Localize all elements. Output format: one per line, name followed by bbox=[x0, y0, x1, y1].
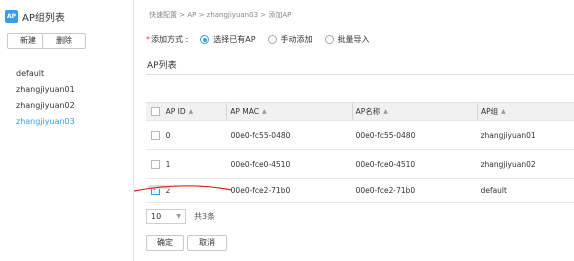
radio-manual-add[interactable]: 手动添加 bbox=[267, 34, 313, 45]
select-all-checkbox[interactable] bbox=[151, 107, 161, 116]
sort-icon: ▲ bbox=[188, 108, 194, 115]
main-panel: 快速配置 > AP > zhangjiyuan03 > 添加AP * 添加方式 … bbox=[134, 0, 574, 261]
horizontal-scrollbar[interactable] bbox=[148, 185, 170, 189]
cell-ap-group: zhangjiyuan02 bbox=[480, 159, 536, 169]
required-marker: * bbox=[146, 35, 150, 44]
row-checkbox-cell bbox=[146, 179, 166, 202]
radio-circle-icon bbox=[267, 35, 277, 44]
row-checkbox-cell bbox=[146, 121, 166, 149]
panel-title: AP组列表 bbox=[22, 12, 65, 24]
ap-group-panel: AP AP组列表 新建 删除 default zhangjiyuan01 zha… bbox=[0, 0, 134, 261]
delete-group-button[interactable]: 删除 bbox=[42, 33, 86, 49]
row-checkbox[interactable] bbox=[151, 130, 161, 140]
section-divider bbox=[146, 74, 574, 75]
sort-icon: ▲ bbox=[383, 108, 388, 115]
group-item-zhangjiyuan03[interactable]: zhangjiyuan03 bbox=[16, 114, 75, 130]
cell-ap-id: 1 bbox=[165, 159, 171, 169]
sort-icon: ▲ bbox=[501, 108, 506, 115]
radio-label: 批量导入 bbox=[337, 35, 370, 44]
add-method-label: 添加方式 : bbox=[151, 35, 189, 44]
cell-ap-name: 00e0-fce0-4510 bbox=[355, 159, 416, 169]
cell-ap-mac: 00e0-fce2-71b0 bbox=[230, 186, 291, 195]
cell-ap-group: zhangjiyuan01 bbox=[480, 130, 536, 140]
cell-ap-id: 0 bbox=[165, 130, 171, 140]
row-checkbox[interactable] bbox=[151, 159, 161, 169]
chevron-down-icon: ▼ bbox=[176, 213, 181, 220]
radio-label: 选择已有AP bbox=[213, 35, 256, 44]
header-ap-mac[interactable]: AP MAC ▲ bbox=[226, 103, 351, 120]
header-label: AP名称 bbox=[355, 107, 381, 116]
confirm-button[interactable]: 确定 bbox=[146, 235, 184, 251]
radio-label: 手动添加 bbox=[280, 35, 313, 44]
radio-circle-icon bbox=[200, 35, 210, 44]
table-row[interactable]: 2 00e0-fce2-71b0 00e0-fce2-71b0 default bbox=[146, 179, 574, 203]
ap-table: AP ID ▲ AP MAC ▲ AP名称 ▲ AP组 ▲ 0 00e0-fc55-04… bbox=[146, 102, 574, 203]
table-row[interactable]: 1 00e0-fce0-4510 00e0-fce0-4510 zhangjiy… bbox=[146, 150, 574, 179]
group-item-zhangjiyuan01[interactable]: zhangjiyuan01 bbox=[16, 82, 75, 98]
header-ap-id[interactable]: AP ID ▲ bbox=[166, 103, 227, 120]
total-count: 共3条 bbox=[194, 212, 216, 221]
row-checkbox-cell bbox=[146, 150, 166, 178]
breadcrumb: 快速配置 > AP > zhangjiyuan03 > 添加AP bbox=[149, 11, 292, 19]
header-checkbox-cell bbox=[146, 103, 166, 120]
cell-ap-group: default bbox=[480, 186, 507, 195]
ap-group-icon: AP bbox=[5, 9, 18, 23]
page-size-select[interactable]: 10 ▼ bbox=[146, 209, 186, 224]
table-row[interactable]: 0 00e0-fc55-0480 00e0-fc55-0480 zhangjiy… bbox=[146, 121, 574, 150]
add-method-row: * 添加方式 : 选择已有AP 手动添加 批量导入 bbox=[146, 34, 370, 45]
pager: 10 ▼ 共3条 bbox=[146, 209, 215, 224]
group-item-default[interactable]: default bbox=[16, 66, 75, 82]
sort-icon: ▲ bbox=[262, 108, 267, 115]
page-size-value: 10 bbox=[151, 212, 162, 221]
table-header-row: AP ID ▲ AP MAC ▲ AP名称 ▲ AP组 ▲ bbox=[146, 102, 574, 121]
radio-circle-icon bbox=[324, 35, 334, 44]
header-ap-name[interactable]: AP名称 ▲ bbox=[351, 103, 477, 120]
radio-batch-import[interactable]: 批量导入 bbox=[324, 34, 370, 45]
header-label: AP MAC bbox=[230, 107, 260, 116]
cell-ap-mac: 00e0-fce0-4510 bbox=[230, 159, 291, 169]
radio-select-existing[interactable]: 选择已有AP bbox=[200, 34, 256, 45]
cell-ap-name: 00e0-fc55-0480 bbox=[355, 130, 416, 140]
group-item-zhangjiyuan02[interactable]: zhangjiyuan02 bbox=[16, 98, 75, 114]
group-list: default zhangjiyuan01 zhangjiyuan02 zhan… bbox=[16, 66, 75, 130]
cell-ap-id: 2 bbox=[165, 186, 171, 195]
panel-header: AP AP组列表 bbox=[5, 7, 65, 25]
ap-icon-label: AP bbox=[6, 12, 17, 20]
cell-ap-name: 00e0-fce2-71b0 bbox=[355, 186, 416, 195]
header-label: AP组 bbox=[481, 107, 499, 116]
cancel-button[interactable]: 取消 bbox=[187, 235, 227, 251]
header-ap-group[interactable]: AP组 ▲ bbox=[477, 103, 574, 120]
section-title: AP列表 bbox=[147, 61, 177, 71]
cell-ap-mac: 00e0-fc55-0480 bbox=[230, 130, 291, 140]
header-label: AP ID bbox=[165, 107, 186, 116]
